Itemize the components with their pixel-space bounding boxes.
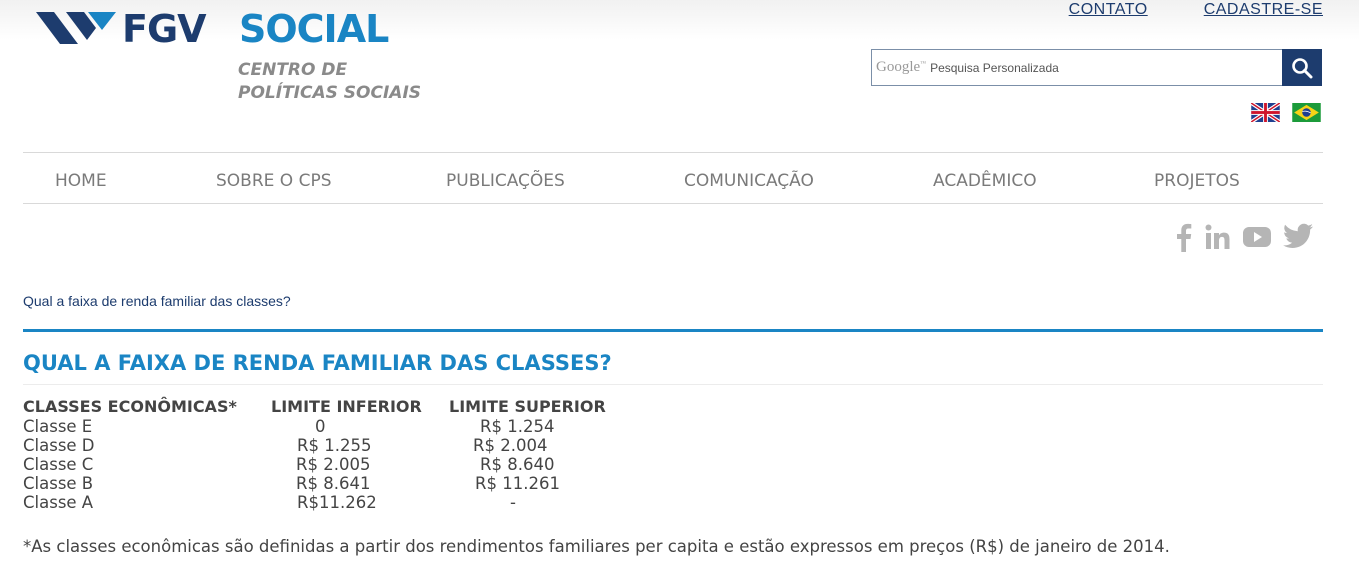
main-nav: HOME SOBRE O CPS PUBLICAÇÕES COMUNICAÇÃO… [23,152,1323,204]
logo-fgv-text: FGV [122,7,207,51]
lower-limit: R$ 8.641 [296,474,371,493]
class-name: Classe B [23,474,94,493]
search-placeholder: Pesquisa Personalizada [930,60,1059,75]
logo-social-text: SOCIAL [239,7,389,51]
header-lower-limit: LIMITE INFERIOR [271,397,422,416]
nav-item-projetos[interactable]: PROJETOS [1154,171,1240,191]
class-name: Classe E [23,417,93,436]
lower-limit: R$ 1.255 [297,436,372,455]
facebook-icon[interactable] [1172,222,1194,256]
title-divider [23,384,1323,385]
upper-limit: R$ 2.004 [473,436,548,455]
uk-flag-icon[interactable] [1251,103,1280,122]
nav-item-publicacoes[interactable]: PUBLICAÇÕES [446,171,565,191]
search-bar: Google™ Pesquisa Personalizada [871,49,1322,86]
nav-item-academico[interactable]: ACADÊMICO [933,171,1037,191]
fgv-logo-mark-icon [36,12,116,44]
upper-limit: R$ 1.254 [480,417,555,436]
class-name: Classe D [23,436,95,455]
google-label: Google [876,59,921,75]
nav-item-sobre[interactable]: SOBRE O CPS [216,171,332,191]
upper-limit: R$ 11.261 [475,474,560,493]
nav-item-comunicacao[interactable]: COMUNICAÇÃO [684,171,814,191]
fgv-social-logo[interactable]: FGV SOCIAL CENTRO DE POLÍTICAS SOCIAIS [36,7,456,105]
footnote: *As classes econômicas são definidas a p… [23,537,1170,556]
class-name: Classe C [23,455,94,474]
top-links: CONTATO CADASTRE-SE [1069,1,1323,19]
logo-subtitle-line1: CENTRO DE [238,60,348,80]
search-icon [1292,57,1313,78]
twitter-icon[interactable] [1282,223,1314,255]
page-title: QUAL A FAIXA DE RENDA FAMILIAR DAS CLASS… [23,351,612,375]
nav-item-home[interactable]: HOME [55,171,107,191]
header-upper-limit: LIMITE SUPERIOR [449,397,606,416]
breadcrumb[interactable]: Qual a faixa de renda familiar das class… [23,293,291,309]
search-button[interactable] [1282,49,1322,86]
brazil-flag-icon[interactable] [1292,103,1321,122]
logo-subtitle: CENTRO DE POLÍTICAS SOCIAIS [238,59,421,105]
lower-limit: R$ 2.005 [296,455,371,474]
class-name: Classe A [23,493,94,512]
logo-subtitle-line2: POLÍTICAS SOCIAIS [238,83,422,103]
section-divider [23,329,1323,332]
register-link[interactable]: CADASTRE-SE [1204,1,1323,19]
linkedin-icon[interactable] [1204,223,1232,255]
header-classes: CLASSES ECONÔMICAS* [23,397,237,416]
upper-limit: - [510,493,516,512]
contact-link[interactable]: CONTATO [1069,1,1148,19]
lower-limit: R$11.262 [297,493,377,512]
language-selector [1251,103,1321,122]
google-watermark: Google™ [876,59,927,75]
search-input[interactable]: Google™ Pesquisa Personalizada [871,49,1282,86]
upper-limit: R$ 8.640 [480,455,555,474]
social-links [1172,222,1314,256]
lower-limit: 0 [315,417,326,436]
youtube-icon[interactable] [1242,225,1272,253]
